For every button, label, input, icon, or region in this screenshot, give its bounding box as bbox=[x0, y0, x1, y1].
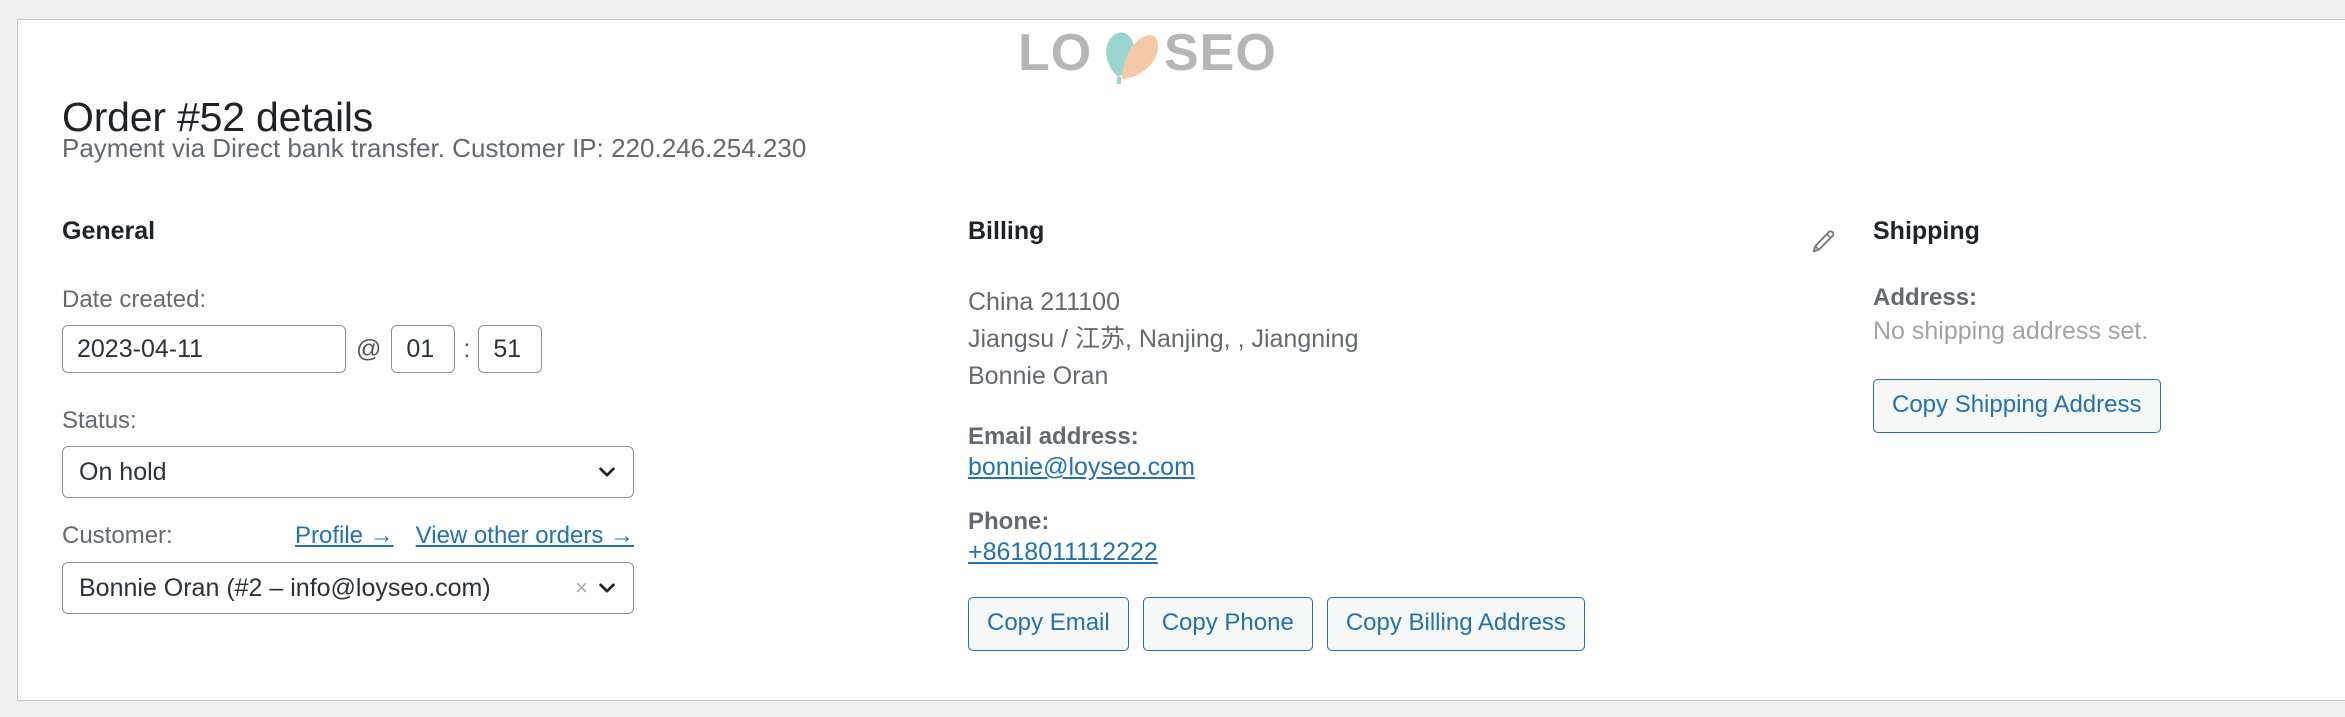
customer-select-value: Bonnie Oran (#2 – info@loyseo.com) bbox=[62, 561, 634, 614]
customer-label-row: Customer: Profile → View other orders → bbox=[62, 520, 634, 551]
shipping-actions: Copy Shipping Address bbox=[1873, 379, 2313, 433]
date-created-label: Date created: bbox=[62, 286, 207, 313]
view-other-orders-link[interactable]: View other orders → bbox=[416, 522, 634, 550]
billing-actions: Copy Email Copy Phone Copy Billing Addre… bbox=[968, 597, 1828, 651]
clear-icon[interactable]: × bbox=[575, 576, 588, 599]
time-separator: : bbox=[463, 334, 471, 363]
billing-email-value[interactable]: bonnie@loyseo.com bbox=[968, 453, 1195, 482]
at-symbol: @ bbox=[356, 334, 382, 363]
customer-label: Customer: bbox=[62, 522, 173, 550]
billing-heading: Billing bbox=[968, 217, 1045, 245]
shipping-column: Shipping Address: No shipping address se… bbox=[1873, 216, 2313, 433]
shipping-address-value: No shipping address set. bbox=[1873, 317, 2149, 345]
copy-email-button[interactable]: Copy Email bbox=[968, 597, 1129, 651]
copy-billing-address-button[interactable]: Copy Billing Address bbox=[1326, 597, 1585, 651]
status-select-value: On hold bbox=[62, 446, 634, 499]
page-subtitle: Payment via Direct bank transfer. Custom… bbox=[62, 133, 807, 163]
customer-links: Profile → View other orders → bbox=[295, 522, 634, 550]
shipping-address-label: Address: bbox=[1873, 284, 1978, 311]
billing-email-label: Email address: bbox=[968, 423, 1139, 450]
order-details-page: LO SEO Order #52 details Payment via Dir… bbox=[0, 0, 2345, 717]
billing-phone-label: Phone: bbox=[968, 508, 1050, 535]
copy-phone-button[interactable]: Copy Phone bbox=[1142, 597, 1313, 651]
copy-shipping-address-button[interactable]: Copy Shipping Address bbox=[1873, 379, 2161, 433]
general-column: General Date created: @ : Status: On hol… bbox=[62, 216, 922, 614]
billing-phone-value[interactable]: +8618011112222 bbox=[968, 538, 1158, 567]
billing-address-block: China 211100 Jiangsu / 江苏, Nanjing, , Ji… bbox=[968, 284, 1828, 395]
customer-select[interactable]: Bonnie Oran (#2 – info@loyseo.com) × bbox=[62, 561, 634, 614]
billing-address-line: Bonnie Oran bbox=[968, 362, 1109, 390]
billing-column: Billing China 211100 Jiangsu / 江苏, Nanji… bbox=[968, 216, 1828, 651]
status-select[interactable]: On hold bbox=[62, 446, 634, 499]
pencil-icon[interactable] bbox=[1809, 228, 1837, 256]
profile-link[interactable]: Profile → bbox=[295, 522, 394, 550]
billing-address-line: Jiangsu / 江苏, Nanjing, , Jiangning bbox=[968, 325, 1359, 353]
date-created-row: @ : bbox=[62, 325, 922, 374]
shipping-heading: Shipping bbox=[1873, 217, 1980, 245]
hour-input[interactable] bbox=[391, 325, 456, 374]
date-created-input[interactable] bbox=[62, 325, 346, 374]
order-details-card: Order #52 details Payment via Direct ban… bbox=[17, 19, 2345, 701]
minute-input[interactable] bbox=[478, 325, 543, 374]
general-heading: General bbox=[62, 217, 156, 245]
billing-address-line: China 211100 bbox=[968, 288, 1120, 316]
status-label: Status: bbox=[62, 407, 137, 435]
